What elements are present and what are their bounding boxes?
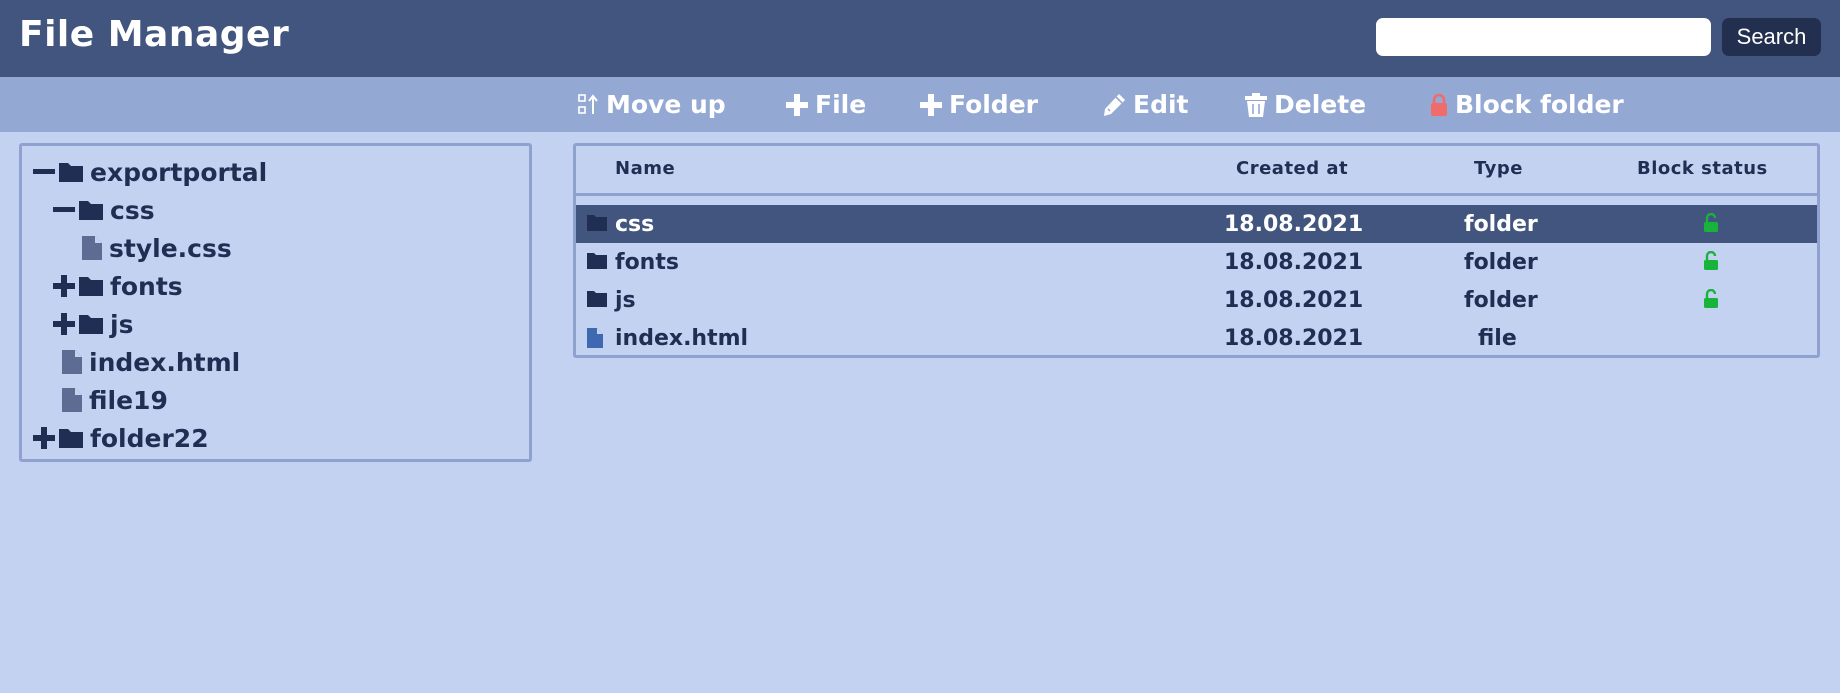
minus-icon[interactable] — [51, 197, 77, 223]
unlock-icon[interactable] — [1703, 288, 1719, 315]
row-type: folder — [1464, 288, 1538, 313]
search-input[interactable] — [1376, 18, 1711, 56]
row-name: fonts — [615, 250, 679, 275]
tree-item[interactable]: fonts — [51, 270, 183, 302]
row-created-at: 18.08.2021 — [1224, 250, 1364, 275]
plus-icon — [785, 93, 815, 117]
tree-item[interactable]: css — [51, 194, 155, 226]
block-folder-button[interactable]: Block folder — [1429, 77, 1624, 132]
app-header: File Manager Search — [0, 0, 1840, 77]
column-header-type[interactable]: Type — [1474, 158, 1523, 179]
folder-icon — [78, 199, 104, 221]
add-file-button[interactable]: File — [785, 77, 866, 132]
folder-icon — [78, 275, 104, 297]
block-folder-label: Block folder — [1455, 90, 1624, 119]
tree-item[interactable]: style.css — [80, 232, 232, 264]
file-list-header: Name Created at Type Block status — [576, 146, 1817, 196]
folder-tree: exportportal css style.css fonts js inde… — [19, 143, 532, 462]
app-title: File Manager — [19, 14, 290, 55]
row-type: folder — [1464, 212, 1538, 237]
table-row[interactable]: index.html 18.08.2021 file — [576, 319, 1817, 357]
file-icon — [61, 387, 83, 413]
plus-icon[interactable] — [51, 311, 77, 337]
tree-item-label: index.html — [89, 347, 241, 377]
row-name: css — [615, 212, 655, 237]
delete-label: Delete — [1274, 90, 1367, 119]
column-header-created-at[interactable]: Created at — [1236, 158, 1348, 179]
search-button[interactable]: Search — [1722, 18, 1821, 56]
delete-button[interactable]: Delete — [1244, 77, 1366, 132]
file-icon — [81, 235, 103, 261]
plus-icon[interactable] — [51, 273, 77, 299]
table-row[interactable]: css 18.08.2021 folder — [576, 205, 1817, 243]
tree-item-label: js — [110, 309, 134, 339]
edit-button[interactable]: Edit — [1101, 77, 1189, 132]
unlock-icon[interactable] — [1703, 250, 1719, 277]
tree-item[interactable]: folder22 — [31, 422, 209, 454]
folder-icon — [586, 251, 608, 276]
edit-label: Edit — [1133, 90, 1189, 119]
column-header-block-status[interactable]: Block status — [1637, 158, 1768, 179]
tree-item[interactable]: index.html — [60, 346, 240, 378]
file-icon — [61, 349, 83, 375]
folder-icon — [586, 289, 608, 314]
move-up-label: Move up — [606, 90, 726, 119]
tree-item[interactable]: js — [51, 308, 133, 340]
row-name: js — [615, 288, 636, 313]
table-row[interactable]: fonts 18.08.2021 folder — [576, 243, 1817, 281]
unlock-icon[interactable] — [1703, 212, 1719, 239]
minus-icon[interactable] — [31, 159, 57, 185]
folder-icon — [58, 161, 84, 183]
tree-item-label: file19 — [89, 385, 168, 415]
pencil-icon — [1101, 92, 1133, 118]
row-type: file — [1478, 326, 1517, 351]
move-up-icon — [578, 93, 606, 117]
plus-icon[interactable] — [31, 425, 57, 451]
lock-icon — [1429, 93, 1455, 117]
row-created-at: 18.08.2021 — [1224, 212, 1364, 237]
row-name: index.html — [615, 326, 749, 351]
toolbar: Move up File Folder Edit Delete Block fo… — [0, 77, 1840, 132]
add-folder-button[interactable]: Folder — [919, 77, 1038, 132]
folder-icon — [78, 313, 104, 335]
tree-item-label: folder22 — [90, 423, 209, 453]
row-created-at: 18.08.2021 — [1224, 326, 1364, 351]
table-row[interactable]: js 18.08.2021 folder — [576, 281, 1817, 319]
add-file-label: File — [815, 90, 867, 119]
row-type: folder — [1464, 250, 1538, 275]
file-list: Name Created at Type Block status css 18… — [573, 143, 1820, 358]
tree-item-label: fonts — [110, 271, 183, 301]
move-up-button[interactable]: Move up — [578, 77, 726, 132]
plus-icon — [919, 93, 949, 117]
row-created-at: 18.08.2021 — [1224, 288, 1364, 313]
tree-item-label: css — [110, 195, 155, 225]
add-folder-label: Folder — [949, 90, 1038, 119]
folder-icon — [58, 427, 84, 449]
folder-icon — [586, 213, 608, 238]
trash-icon — [1244, 92, 1274, 118]
column-header-name[interactable]: Name — [615, 158, 675, 179]
file-icon — [586, 327, 604, 355]
tree-item[interactable]: file19 — [60, 384, 168, 416]
tree-item-label: style.css — [109, 233, 232, 263]
tree-item[interactable]: exportportal — [31, 156, 267, 188]
tree-item-label: exportportal — [90, 157, 268, 187]
